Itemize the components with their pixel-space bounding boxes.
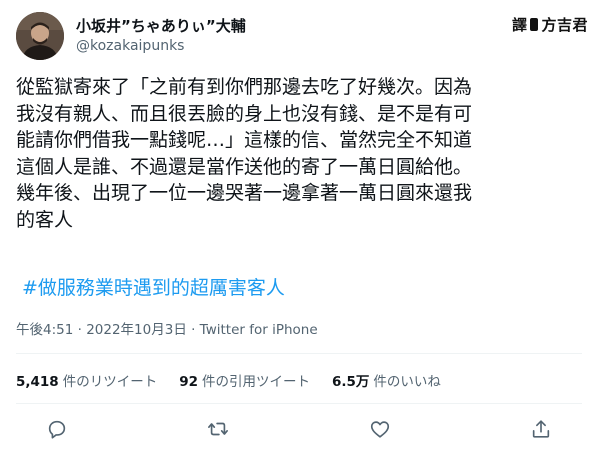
retweets-count: 5,418 xyxy=(16,374,59,390)
tweet-line: 幾年後、出現了一位一邊哭著一邊拿著一萬日圓來還我 xyxy=(16,182,473,204)
divider xyxy=(16,353,582,354)
like-icon xyxy=(370,421,389,438)
avatar[interactable] xyxy=(16,12,64,60)
watermark-prefix: 譯 xyxy=(511,16,528,34)
tweet-line: 從監獄寄來了「之前有到你們那邊去吃了好幾次。因為 xyxy=(16,76,473,98)
engagement-stats: 5,418 件のリツイート 92 件の引用ツイート 6.5万 件のいいね xyxy=(16,370,441,390)
translator-watermark: 譯方吉君 xyxy=(512,14,588,35)
quotes-stat[interactable]: 92 件の引用ツイート xyxy=(179,370,310,390)
reply-button[interactable] xyxy=(40,412,74,446)
tweet-timestamp[interactable]: 午後4:51 · 2022年10月3日 · Twitter for iPhone xyxy=(16,318,318,338)
likes-label: 件のいいね xyxy=(373,374,441,390)
retweets-stat[interactable]: 5,418 件のリツイート xyxy=(16,370,157,390)
action-bar xyxy=(40,412,558,446)
tweet-line: 我沒有親人、而且很丟臉的身上也沒有錢、是不是有可 xyxy=(16,102,473,125)
tweet-text: 從監獄寄來了「之前有到你們那邊去吃了好幾次。因為 我沒有親人、而且很丟臉的身上也… xyxy=(16,74,586,233)
hashtag-link[interactable]: #做服務業時遇到的超厲害客人 xyxy=(22,273,285,300)
reply-icon xyxy=(48,420,66,439)
retweet-icon xyxy=(208,422,229,436)
likes-count: 6.5万 xyxy=(332,374,370,390)
retweets-label: 件のリツイート xyxy=(62,374,158,390)
divider xyxy=(16,403,582,404)
tweet-line: 的客人 xyxy=(16,208,74,231)
tweet-line: 這個人是誰、不過還是當作送他的寄了一萬日圓給他。 xyxy=(16,155,473,178)
quotes-label: 件の引用ツイート xyxy=(202,374,310,390)
tweet-line: 能請你們借我一點錢呢…」這樣的信、當然完全不知道 xyxy=(16,129,473,151)
share-button[interactable] xyxy=(524,412,558,446)
author-handle[interactable]: @kozakaipunks xyxy=(76,38,184,54)
share-icon xyxy=(532,420,550,438)
likes-stat[interactable]: 6.5万 件のいいね xyxy=(332,370,441,390)
quotes-count: 92 xyxy=(179,374,198,390)
watermark-separator xyxy=(530,18,539,31)
avatar-photo-icon xyxy=(16,12,64,60)
retweet-button[interactable] xyxy=(201,412,235,446)
like-button[interactable] xyxy=(363,412,397,446)
author-display-name[interactable]: 小坂井”ちゃありぃ”大輔 xyxy=(76,15,246,36)
watermark-name: 方吉君 xyxy=(541,16,588,34)
